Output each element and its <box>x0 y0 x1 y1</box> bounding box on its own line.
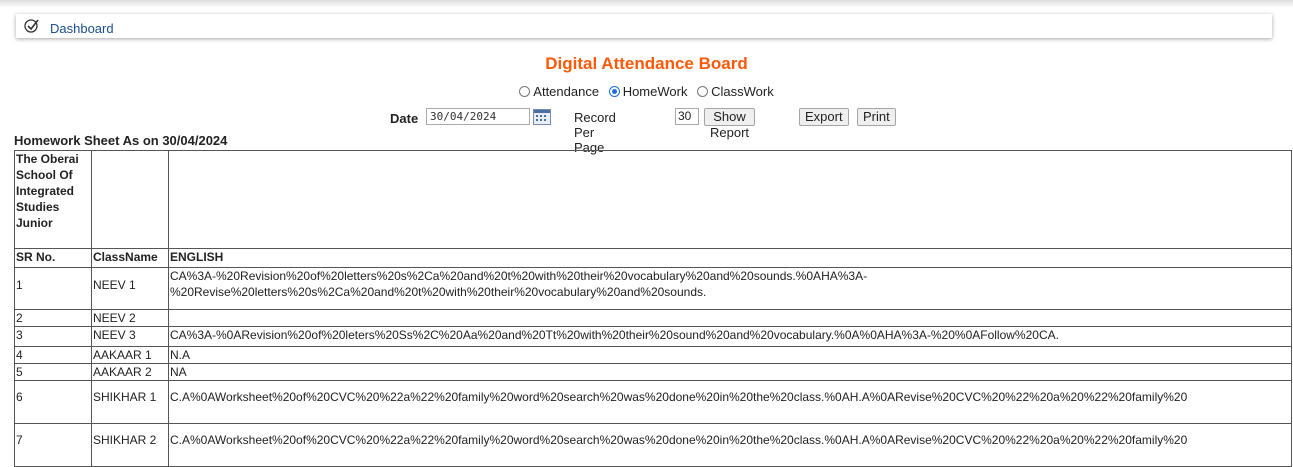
row-sr: 3 <box>14 326 92 347</box>
row-class: NEEV 1 <box>91 267 169 310</box>
row-sr: 1 <box>14 267 92 310</box>
date-label: Date <box>390 111 419 126</box>
records-per-page-input[interactable]: 30 <box>675 108 699 125</box>
radio-classwork-label: ClassWork <box>711 84 774 99</box>
table-row: 4 AAKAAR 1 N.A <box>14 346 1292 364</box>
report-type-radio-group: Attendance HomeWork ClassWork <box>0 84 1293 99</box>
row-sr: 5 <box>14 363 92 381</box>
radio-homework[interactable]: HomeWork <box>608 84 688 99</box>
header-sr-no: SR No. <box>14 248 92 268</box>
check-circle-icon <box>24 19 39 33</box>
row-text: CA%3A-%20Revision%20of%20letters%20s%2Ca… <box>168 267 1292 310</box>
row-text: N.A <box>168 346 1292 364</box>
row-class: AAKAAR 1 <box>91 346 169 364</box>
table-row: 1 NEEV 1 CA%3A-%20Revision%20of%20letter… <box>14 267 1292 310</box>
show-report-button[interactable]: Show Report <box>704 108 756 140</box>
header-subject: ENGLISH <box>168 248 1292 268</box>
print-button[interactable]: Print <box>857 108 896 126</box>
dashboard-link[interactable]: Dashboard <box>50 21 114 36</box>
export-button[interactable]: Export <box>799 108 849 126</box>
school-name: The Oberai School Of Integrated Studies … <box>14 150 92 249</box>
row-sr: 7 <box>14 423 92 467</box>
row-class: NEEV 2 <box>91 309 169 327</box>
dashboard-bar: Dashboard <box>16 14 1272 38</box>
radio-homework-label: HomeWork <box>622 84 688 99</box>
table-row: 3 NEEV 3 CA%3A-%0ARevision%20of%20leters… <box>14 326 1292 347</box>
row-text <box>168 309 1292 327</box>
radio-attendance-label: Attendance <box>533 84 600 99</box>
row-class: NEEV 3 <box>91 326 169 347</box>
radio-attendance-input[interactable] <box>519 86 531 97</box>
header-row: SR No. ClassName ENGLISH <box>14 248 1292 268</box>
table-row: 2 NEEV 2 <box>14 309 1292 327</box>
records-per-page-label: Record Per Page <box>574 110 616 155</box>
row-sr: 4 <box>14 346 92 364</box>
table-row: 6 SHIKHAR 1 C.A%0AWorksheet%20of%20CVC%2… <box>14 380 1292 424</box>
header-classname: ClassName <box>91 248 169 268</box>
row-text: C.A%0AWorksheet%20of%20CVC%20%22a%22%20f… <box>168 380 1292 424</box>
row-text: CA%3A-%0ARevision%20of%20leters%20Ss%2C%… <box>168 326 1292 347</box>
page-title: Digital Attendance Board <box>545 54 748 73</box>
sheet-title: Homework Sheet As on 30/04/2024 <box>14 133 228 148</box>
top-shadow <box>0 0 1293 8</box>
homework-table: The Oberai School Of Integrated Studies … <box>14 150 1292 467</box>
calendar-icon[interactable] <box>533 109 551 125</box>
row-text: C.A%0AWorksheet%20of%20CVC%20%22a%22%20f… <box>168 423 1292 467</box>
radio-homework-input[interactable] <box>608 86 620 97</box>
row-class: SHIKHAR 2 <box>91 423 169 467</box>
row-class: AAKAAR 2 <box>91 363 169 381</box>
row-sr: 2 <box>14 309 92 327</box>
row-sr: 6 <box>14 380 92 424</box>
radio-classwork[interactable]: ClassWork <box>697 84 774 99</box>
school-row-empty-wide-cell <box>168 150 1292 249</box>
row-text: NA <box>168 363 1292 381</box>
radio-classwork-input[interactable] <box>697 86 709 97</box>
radio-attendance[interactable]: Attendance <box>519 84 599 99</box>
row-class: SHIKHAR 1 <box>91 380 169 424</box>
school-row-empty-cell <box>91 150 169 249</box>
school-row: The Oberai School Of Integrated Studies … <box>14 150 1292 249</box>
table-row: 7 SHIKHAR 2 C.A%0AWorksheet%20of%20CVC%2… <box>14 423 1292 467</box>
table-row: 5 AAKAAR 2 NA <box>14 363 1292 381</box>
date-input[interactable]: 30/04/2024 <box>426 108 530 125</box>
